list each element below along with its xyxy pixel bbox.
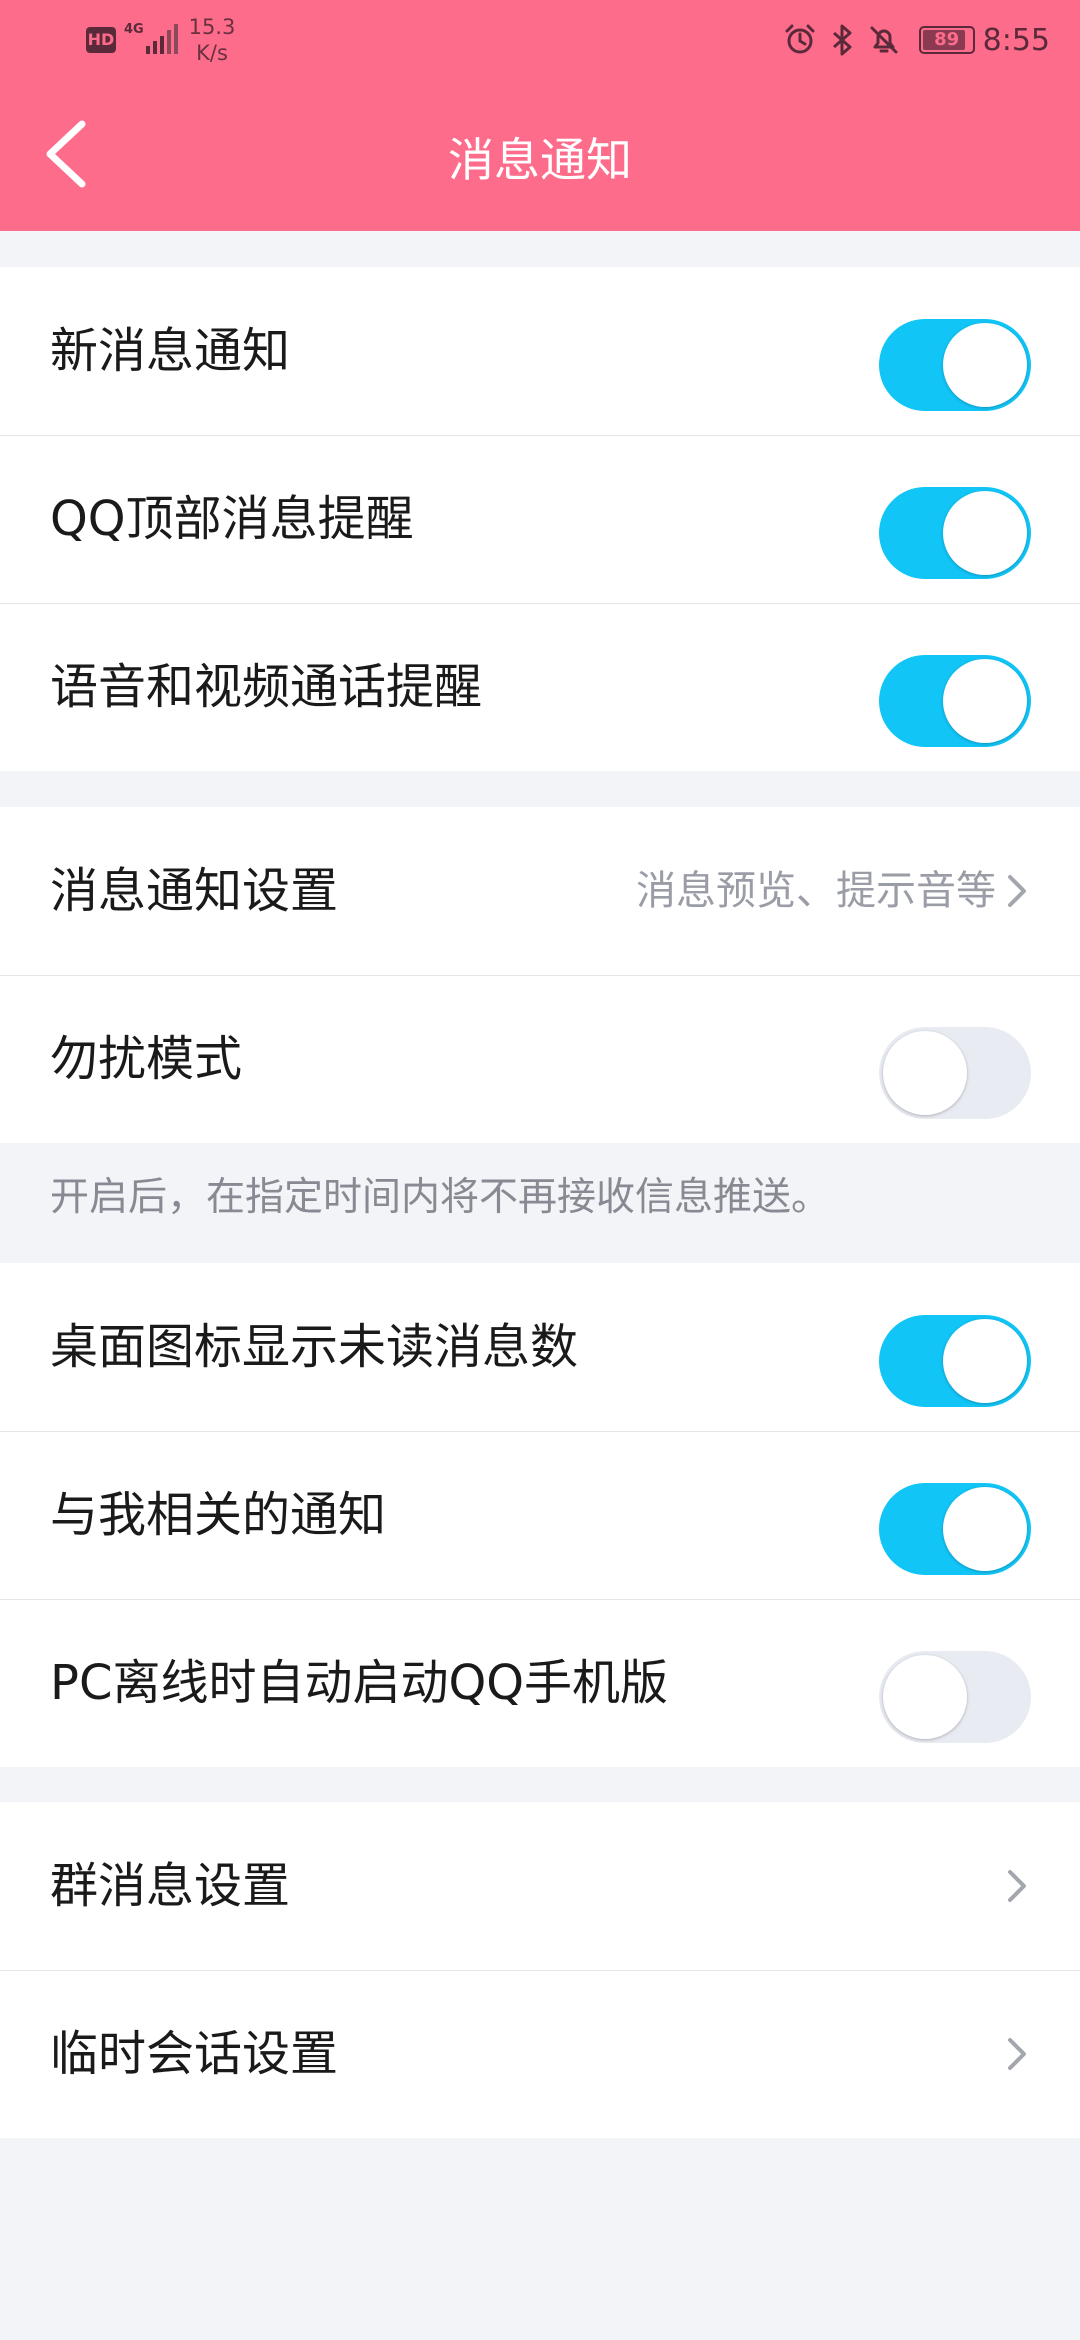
group-notification-settings: 消息通知设置 消息预览、提示音等 勿扰模式 xyxy=(0,807,1080,1143)
mute-bell-icon xyxy=(870,26,898,54)
battery-icon: 89 xyxy=(918,26,975,54)
badge-count-toggle[interactable] xyxy=(879,1315,1031,1407)
setting-label: 新消息通知 xyxy=(50,323,291,379)
page-title: 消息通知 xyxy=(448,133,632,187)
setting-label: PC离线时自动启动QQ手机版 xyxy=(50,1655,669,1711)
setting-label: 群消息设置 xyxy=(50,1858,291,1914)
setting-row-new-message: 新消息通知 xyxy=(0,267,1080,435)
hd-badge: HD xyxy=(86,27,116,53)
setting-label: 语音和视频通话提醒 xyxy=(50,659,483,715)
status-right: 89 8:55 xyxy=(783,18,1050,62)
setting-label: 消息通知设置 xyxy=(50,863,339,919)
pc-offline-toggle[interactable] xyxy=(879,1651,1031,1743)
setting-label: 勿扰模式 xyxy=(50,1031,243,1087)
setting-value: 消息预览、提示音等 xyxy=(636,868,996,914)
dnd-toggle[interactable] xyxy=(879,1027,1031,1119)
setting-label: 与我相关的通知 xyxy=(50,1487,387,1543)
new-message-toggle[interactable] xyxy=(879,319,1031,411)
chevron-right-icon xyxy=(1008,1870,1026,1902)
setting-row-badge-count: 桌面图标显示未读消息数 xyxy=(0,1263,1080,1431)
related-notifications-toggle[interactable] xyxy=(879,1483,1031,1575)
network-type: 4G xyxy=(124,22,144,37)
group-basic-notifications: 新消息通知 QQ顶部消息提醒 语音和视频通话提醒 xyxy=(0,267,1080,771)
app-header: HD 4G 15.3 K/s 89 8:55 消息通知 xyxy=(0,0,1080,231)
setting-row-call-alert: 语音和视频通话提醒 xyxy=(0,603,1080,771)
status-bar: HD 4G 15.3 K/s 89 8:55 xyxy=(0,0,1080,80)
call-alert-toggle[interactable] xyxy=(879,655,1031,747)
network-speed: 15.3 K/s xyxy=(188,15,236,65)
chevron-right-icon xyxy=(1008,875,1026,907)
alarm-icon xyxy=(785,24,815,54)
setting-row-temp-chat[interactable]: 临时会话设置 xyxy=(0,1970,1080,2138)
setting-row-pc-offline: PC离线时自动启动QQ手机版 xyxy=(0,1599,1080,1767)
setting-row-dnd: 勿扰模式 xyxy=(0,975,1080,1143)
setting-row-related-notifications: 与我相关的通知 xyxy=(0,1431,1080,1599)
setting-row-notification-settings[interactable]: 消息通知设置 消息预览、提示音等 xyxy=(0,807,1080,975)
group-extra-notifications: 桌面图标显示未读消息数 与我相关的通知 PC离线时自动启动QQ手机版 xyxy=(0,1263,1080,1767)
qq-top-alert-toggle[interactable] xyxy=(879,487,1031,579)
group-chat-settings: 群消息设置 临时会话设置 xyxy=(0,1802,1080,2138)
setting-label: QQ顶部消息提醒 xyxy=(50,491,414,547)
setting-label: 桌面图标显示未读消息数 xyxy=(50,1319,579,1375)
chevron-right-icon xyxy=(1008,2038,1026,2070)
dnd-description: 开启后，在指定时间内将不再接收信息推送。 xyxy=(50,1175,831,1220)
bluetooth-icon xyxy=(832,24,852,56)
setting-row-qq-top-alert: QQ顶部消息提醒 xyxy=(0,435,1080,603)
setting-row-group-messages[interactable]: 群消息设置 xyxy=(0,1802,1080,1970)
clock: 8:55 xyxy=(982,22,1050,58)
setting-label: 临时会话设置 xyxy=(50,2026,339,2082)
signal-icon: 4G xyxy=(124,20,180,60)
